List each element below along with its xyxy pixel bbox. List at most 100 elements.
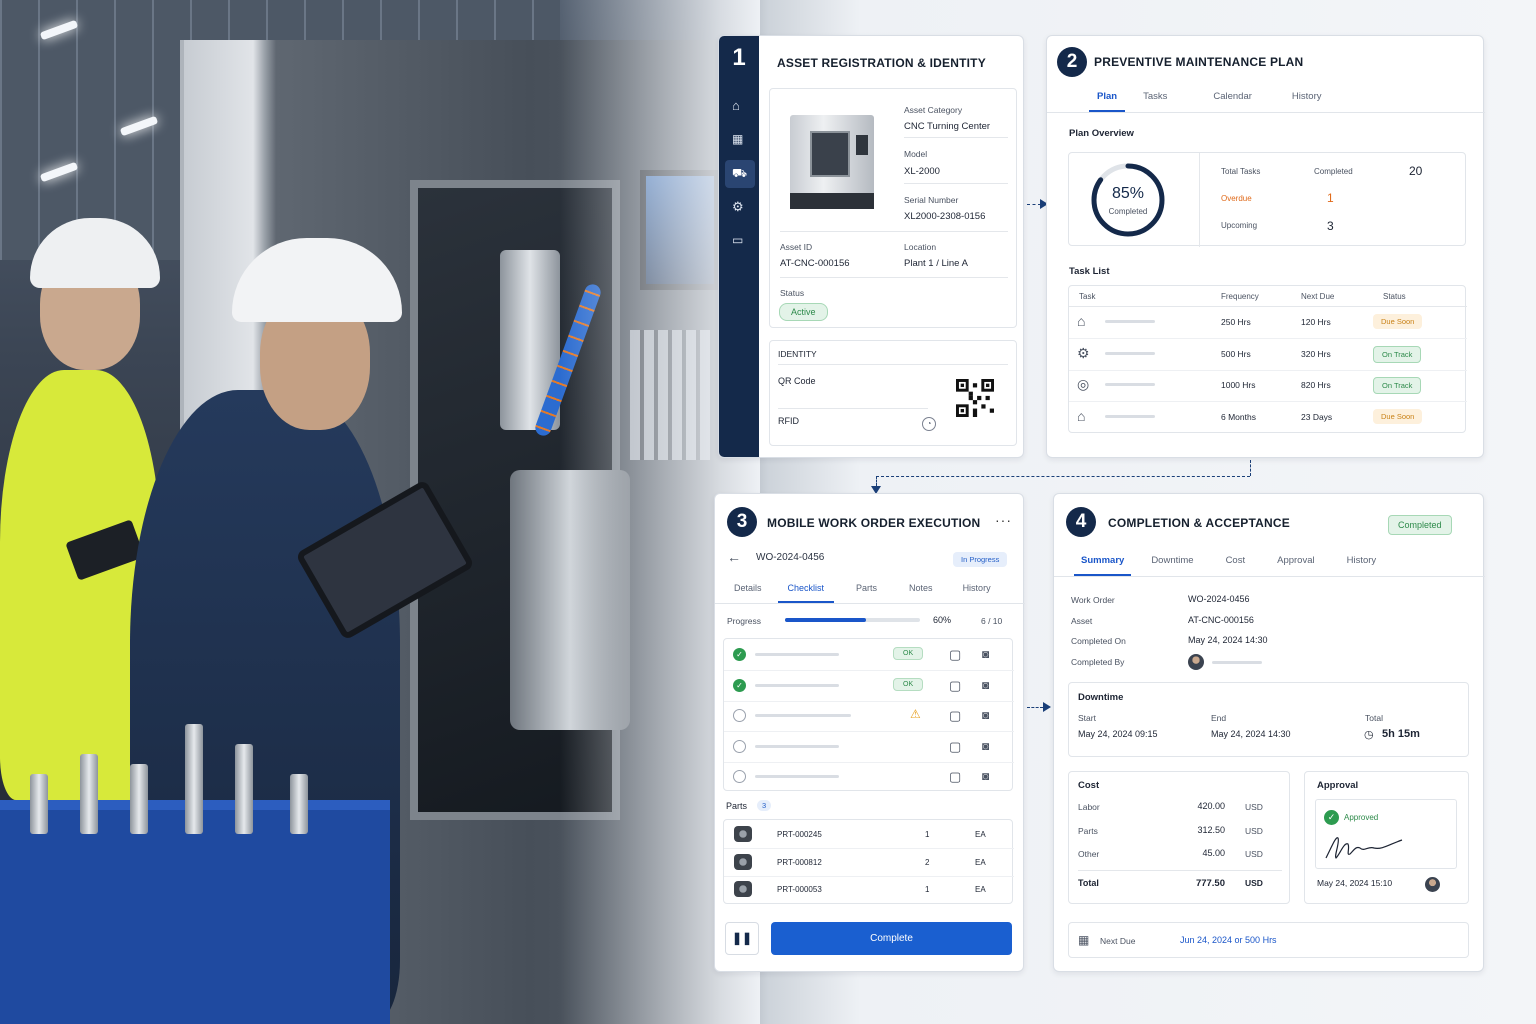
checkbox-icon[interactable] [733,739,746,753]
camera-icon[interactable]: ◙ [982,647,989,661]
asset-info-card: Asset Category CNC Turning Center Model … [769,88,1017,328]
part-thumbnail [734,853,752,870]
cost-row: Parts 312.50 USD [1078,824,1263,836]
camera-icon[interactable]: ◙ [982,708,989,722]
step-number: 3 [727,507,757,537]
checkbox-icon[interactable] [733,770,746,783]
progress-percent: 60% [933,615,952,625]
camera-icon[interactable]: ◙ [982,739,989,753]
comment-icon[interactable]: ▢ [949,678,961,694]
status-badge: On Track [1373,345,1422,363]
identity-card: IDENTITY QR Code RFID ◔ [769,340,1017,446]
rfid-icon: ◔ [922,417,936,431]
calendar-icon: ▦ [1078,933,1090,947]
checkbox-icon[interactable] [733,709,746,722]
table-row[interactable]: ⚙ 500 Hrs 320 Hrs On Track [1069,339,1467,371]
camera-icon[interactable]: ◙ [982,678,989,692]
list-item[interactable]: PRT-000245 1 EA [724,821,1014,849]
tab-parts[interactable]: Parts [856,583,877,603]
progress-caption: Completed [1108,207,1148,216]
table-row[interactable]: ⌂ 250 Hrs 120 Hrs Due Soon [1069,307,1467,339]
checklist-item[interactable]: ✓ OK ▢ ◙ [724,640,1014,671]
tab-downtime[interactable]: Downtime [1151,555,1193,576]
approval-date: May 24, 2024 15:10 [1317,878,1393,888]
checklist-item[interactable]: ✓ OK ▢ ◙ [724,671,1014,702]
serial-number-value: XL2000-2308-0156 [904,211,986,222]
parts-list: PRT-000245 1 EA PRT-000812 2 EA PRT-0000… [723,819,1014,904]
progress-bar [785,618,920,622]
panel-title: COMPLETION & ACCEPTANCE [1108,516,1290,530]
step-number: 1 [732,44,746,71]
tab-cost[interactable]: Cost [1226,555,1246,576]
tab-summary[interactable]: Summary [1074,555,1132,576]
flow-connector [876,476,1250,477]
task-next-due: 120 Hrs [1301,317,1331,327]
comment-icon[interactable]: ▢ [949,708,961,724]
camera-icon[interactable]: ◙ [982,769,989,783]
machine-icon: ⌂ [1077,407,1086,424]
plan-overview-heading: Plan Overview [1069,128,1134,139]
tab-details[interactable]: Details [734,583,762,603]
preventive-maintenance-panel: 2 PREVENTIVE MAINTENANCE PLAN Plan Tasks… [1046,35,1485,458]
parts-heading: Parts [726,801,748,811]
building-icon[interactable]: ▦ [732,133,743,145]
tab-calendar[interactable]: Calendar [1213,91,1252,112]
part-unit: EA [975,885,986,894]
table-row[interactable]: ◎ 1000 Hrs 820 Hrs On Track [1069,370,1467,402]
home-icon[interactable]: ⌂ [732,99,740,112]
tool-holder [30,774,48,834]
tab-notes[interactable]: Notes [909,583,933,603]
downtime-total: 5h 15m [1382,728,1420,740]
task-list-table: Task Frequency Next Due Status ⌂ 250 Hrs… [1068,285,1467,433]
cost-row: Labor 420.00 USD [1078,801,1263,812]
part-number: PRT-000245 [777,830,822,839]
completion-acceptance-panel: 4 COMPLETION & ACCEPTANCE Completed Summ… [1053,493,1485,972]
identity-heading: IDENTITY [778,349,817,359]
gear-icon[interactable]: ⚙ [732,200,744,213]
tool-holder [235,744,253,834]
table-row[interactable]: ⌂ 6 Months 23 Days Due Soon [1069,402,1467,433]
task-frequency: 500 Hrs [1221,348,1251,359]
qr-code-icon[interactable] [956,379,994,417]
check-icon[interactable]: ✓ [733,678,746,692]
flow-connector [1027,707,1043,708]
checklist-item[interactable]: ▢ ◙ [724,732,1014,763]
comment-icon[interactable]: ▢ [949,769,961,785]
work-order-number: WO-2024-0456 [756,552,825,563]
task-frequency: 1000 Hrs [1221,380,1256,390]
flow-connector [1250,460,1251,476]
check-icon[interactable]: ✓ [733,648,746,661]
task-list-heading: Task List [1069,266,1110,277]
tab-history[interactable]: History [1347,555,1377,576]
pause-button[interactable]: ❚❚ [725,922,759,955]
tab-history[interactable]: History [1292,91,1322,112]
list-item[interactable]: PRT-000812 2 EA [724,849,1014,877]
part-quantity: 1 [925,830,930,839]
task-frequency: 6 Months [1221,411,1256,422]
tab-approval[interactable]: Approval [1277,555,1315,576]
cost-value: 420.00 [1197,801,1225,811]
tool-holder [185,724,203,834]
comment-icon[interactable]: ▢ [949,647,961,663]
back-arrow-icon[interactable]: ← [727,549,741,565]
asset-icon[interactable]: ⛟ [732,167,747,179]
monitor-icon[interactable]: ▭ [732,234,743,246]
part-unit: EA [975,830,986,839]
signature-box: ✓ Approved [1315,799,1457,869]
cost-card: Cost Labor 420.00 USD Parts 312.50 USD O… [1068,771,1290,904]
task-next-due: 320 Hrs [1301,348,1331,359]
comment-icon[interactable]: ▢ [949,739,961,755]
tab-history[interactable]: History [963,583,991,603]
status-badge: Due Soon [1373,408,1423,424]
tab-plan[interactable]: Plan [1089,91,1126,112]
list-item[interactable]: PRT-000053 1 EA [724,876,1014,903]
task-frequency: 250 Hrs [1221,317,1251,327]
tab-tasks[interactable]: Tasks [1143,91,1167,112]
more-options-icon[interactable]: ··· [995,512,1012,528]
complete-button[interactable]: Complete [771,922,1012,955]
checklist-item[interactable]: ▢ ◙ [724,762,1014,792]
cost-value: 312.50 [1197,824,1225,835]
checklist-item[interactable]: ⚠ ▢ ◙ [724,701,1014,732]
tab-checklist[interactable]: Checklist [777,583,835,603]
cost-total: 777.50 [1195,878,1225,889]
